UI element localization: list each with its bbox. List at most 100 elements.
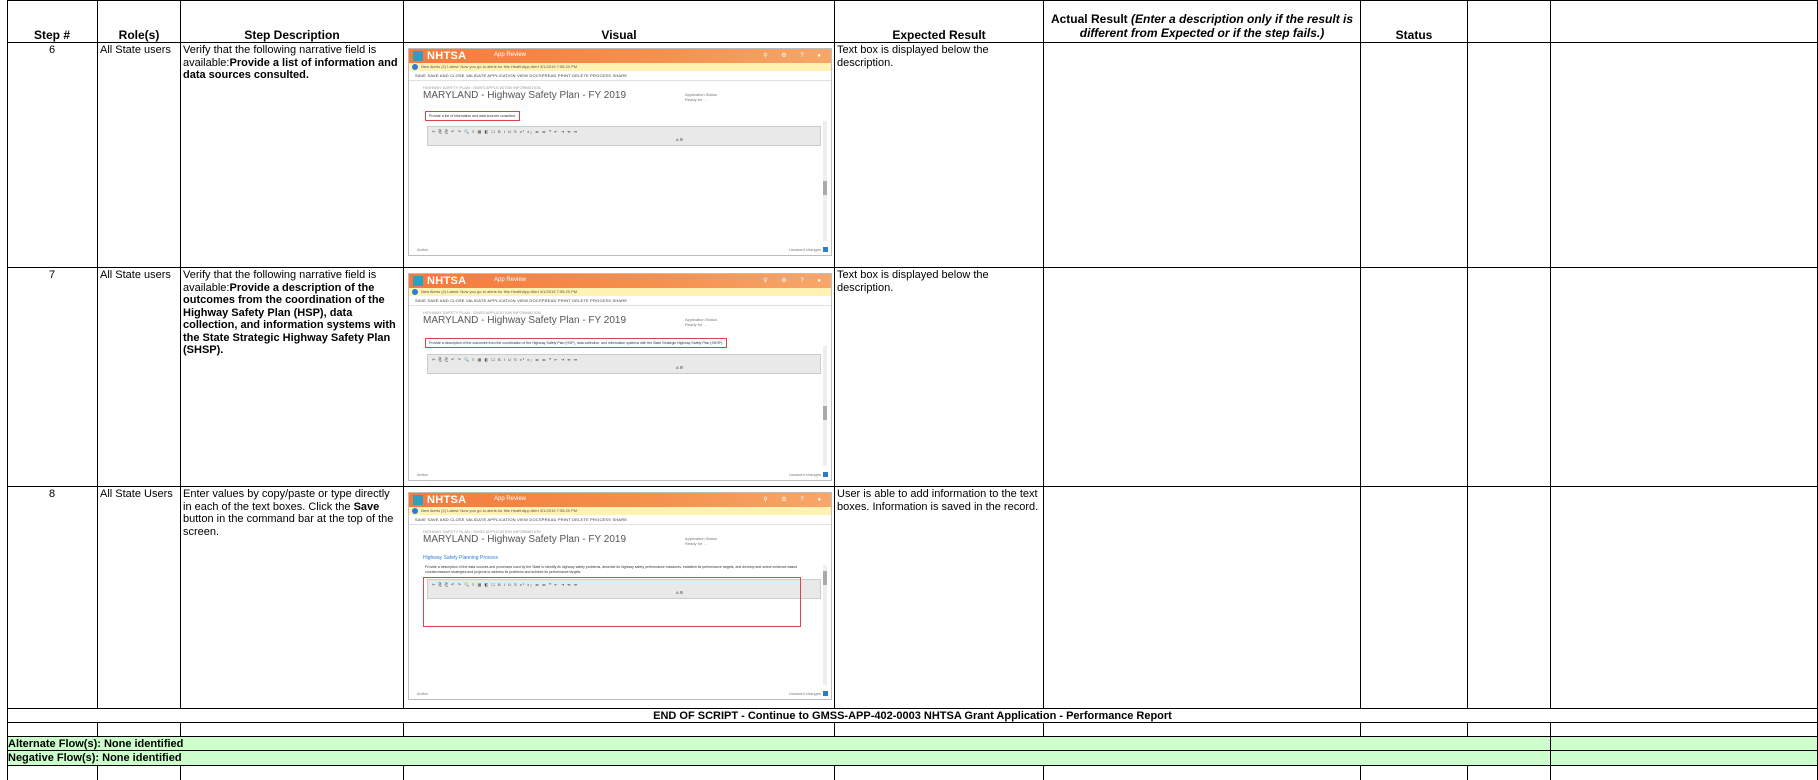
application-status: Application Status Ready for ... bbox=[685, 317, 717, 327]
alert-text: New Alerts (2) Latest: Now you go to ale… bbox=[421, 64, 578, 69]
toolbar-icons: ⚲ ⚙ ? ● bbox=[763, 53, 827, 59]
editor-buttons: ✂ ⎘ ⎗ ↶ ↷ 🔍 ≡ ▦ ◧ ☐ B I U S x² x₂ ≔ ≕ ❝ … bbox=[432, 129, 579, 134]
record-title: MARYLAND - Highway Safety Plan - FY 2019 bbox=[423, 90, 627, 101]
editor-color-buttons: A ⚙ bbox=[676, 137, 684, 142]
grid-line bbox=[7, 0, 1818, 1]
step-description: Verify that the following narrative fiel… bbox=[183, 44, 401, 82]
grid-line bbox=[834, 765, 835, 780]
role-cell: All State users bbox=[100, 269, 171, 281]
header-role: Role(s) bbox=[118, 28, 160, 42]
info-icon bbox=[412, 64, 418, 70]
alert-bar: New Alerts (2) Latest: Now you go to ale… bbox=[409, 288, 831, 296]
grid-line bbox=[1360, 722, 1361, 736]
info-icon bbox=[412, 289, 418, 295]
command-bar: SAVE SAVE AND CLOSE VALIDATE APPLICATION… bbox=[409, 71, 831, 81]
header-visual: Visual bbox=[601, 28, 637, 42]
unsaved-changes: Unsaved changes bbox=[788, 472, 821, 477]
grid-line bbox=[97, 765, 98, 780]
narrative-prompt: Provide a list of information and data s… bbox=[425, 111, 520, 121]
grid-line bbox=[7, 750, 1818, 751]
step-number: 7 bbox=[48, 269, 56, 281]
info-icon bbox=[412, 508, 418, 514]
brand-logo: NHTSA bbox=[427, 50, 467, 62]
grid-line bbox=[1360, 0, 1361, 708]
grid-line bbox=[180, 722, 181, 736]
visual-screenshot-step-8: NHTSA App Review ⚲ ⚙ ? ● New Alerts (2) … bbox=[408, 492, 832, 700]
expected-result: User is able to add information to the t… bbox=[837, 488, 1039, 513]
grid-line bbox=[180, 765, 181, 780]
grid-line bbox=[1467, 722, 1468, 736]
app-title: App Review bbox=[494, 277, 527, 283]
rich-text-toolbar: ✂ ⎘ ⎗ ↶ ↷ 🔍 ≡ ▦ ◧ ☐ B I U S x² x₂ ≔ ≕ ❝ … bbox=[427, 126, 821, 146]
app-title: App Review bbox=[494, 52, 527, 58]
grid-line bbox=[1550, 736, 1551, 765]
step-description: Enter values by copy/paste or type direc… bbox=[183, 488, 401, 538]
unsaved-changes: Unsaved changes bbox=[788, 247, 821, 252]
grid-line bbox=[7, 736, 1818, 737]
narrative-prompt: Provide a description of the outcomes fr… bbox=[425, 338, 728, 348]
grid-line bbox=[1467, 0, 1468, 708]
grid-line bbox=[7, 765, 1818, 766]
menu-icon bbox=[413, 276, 423, 286]
role-cell: All State Users bbox=[100, 488, 173, 500]
grid-line bbox=[1550, 765, 1551, 780]
menu-icon bbox=[413, 51, 423, 61]
grid-line bbox=[403, 765, 404, 780]
menu-icon bbox=[413, 495, 423, 505]
application-status: Application Status Ready for ... bbox=[685, 536, 717, 546]
header-status: Status bbox=[1395, 28, 1433, 42]
record-title: MARYLAND - Highway Safety Plan - FY 2019 bbox=[423, 534, 627, 545]
header-actual-result: Actual Result (Enter a description only … bbox=[1044, 10, 1360, 42]
scrollbar bbox=[823, 346, 827, 466]
editor-buttons: ✂ ⎘ ⎗ ↶ ↷ 🔍 ≡ ▦ ◧ ☐ B I U S x² x₂ ≔ ≕ ❝ … bbox=[432, 357, 579, 362]
grid-line bbox=[97, 722, 98, 736]
alert-text: New Alerts (2) Latest: Now you go to ale… bbox=[421, 508, 578, 513]
grid-line bbox=[7, 0, 8, 780]
status-footer: Active bbox=[417, 472, 428, 477]
alert-bar: New Alerts (2) Latest: Now you go to ale… bbox=[409, 507, 831, 515]
grid-line bbox=[1550, 0, 1551, 708]
negative-flows-label: Negative Flow(s): None identified bbox=[8, 752, 182, 764]
grid-line bbox=[403, 722, 404, 736]
application-status: Application Status Ready for ... bbox=[685, 92, 717, 102]
toolbar-icons: ⚲ ⚙ ? ● bbox=[763, 497, 827, 503]
negative-flows-row: Negative Flow(s): None identified bbox=[7, 751, 1818, 765]
step-number: 6 bbox=[48, 44, 56, 56]
expected-result: Text box is displayed below the descript… bbox=[837, 269, 989, 294]
expected-result: Text box is displayed below the descript… bbox=[837, 44, 989, 69]
status-value: Ready for ... bbox=[685, 97, 707, 102]
alternate-flows-row: Alternate Flow(s): None identified bbox=[7, 737, 1818, 751]
unsaved-changes: Unsaved changes bbox=[788, 691, 821, 696]
description-bold: Save bbox=[353, 500, 380, 513]
text-box-highlight bbox=[423, 577, 801, 627]
status-value: Ready for ... bbox=[685, 322, 707, 327]
grid-line bbox=[7, 722, 1818, 723]
header-expected: Expected Result bbox=[892, 28, 986, 42]
scrollbar bbox=[823, 565, 827, 685]
save-icon bbox=[823, 691, 828, 696]
grid-line bbox=[834, 722, 835, 736]
record-title: MARYLAND - Highway Safety Plan - FY 2019 bbox=[423, 315, 627, 326]
section-heading: Highway Safety Planning Process bbox=[423, 555, 499, 561]
status-value: Ready for ... bbox=[685, 541, 707, 546]
grid-line bbox=[7, 267, 1818, 268]
toolbar-icons: ⚲ ⚙ ? ● bbox=[763, 278, 827, 284]
grid-line bbox=[7, 42, 1818, 43]
command-bar: SAVE SAVE AND CLOSE VALIDATE APPLICATION… bbox=[409, 515, 831, 525]
alternate-flows-label: Alternate Flow(s): None identified bbox=[8, 738, 184, 750]
grid-line bbox=[1550, 722, 1551, 736]
grid-line bbox=[403, 0, 404, 708]
alert-text: New Alerts (2) Latest: Now you go to ale… bbox=[421, 289, 578, 294]
test-script-sheet: Alternate Flow(s): None identified Negat… bbox=[7, 0, 1818, 780]
role-cell: All State users bbox=[100, 44, 171, 56]
scrollbar bbox=[823, 121, 827, 241]
end-of-script-note: END OF SCRIPT - Continue to GMSS-APP-402… bbox=[653, 710, 1172, 722]
grid-line bbox=[1043, 722, 1044, 736]
description-text-end: button in the command bar at the top of … bbox=[183, 513, 394, 538]
grid-line bbox=[834, 0, 835, 708]
editor-color-buttons: A ⚙ bbox=[676, 365, 684, 370]
save-icon bbox=[823, 247, 828, 252]
grid-line bbox=[1360, 765, 1361, 780]
status-footer: Active bbox=[417, 247, 428, 252]
rich-text-toolbar: ✂ ⎘ ⎗ ↶ ↷ 🔍 ≡ ▦ ◧ ☐ B I U S x² x₂ ≔ ≕ ❝ … bbox=[427, 354, 821, 374]
